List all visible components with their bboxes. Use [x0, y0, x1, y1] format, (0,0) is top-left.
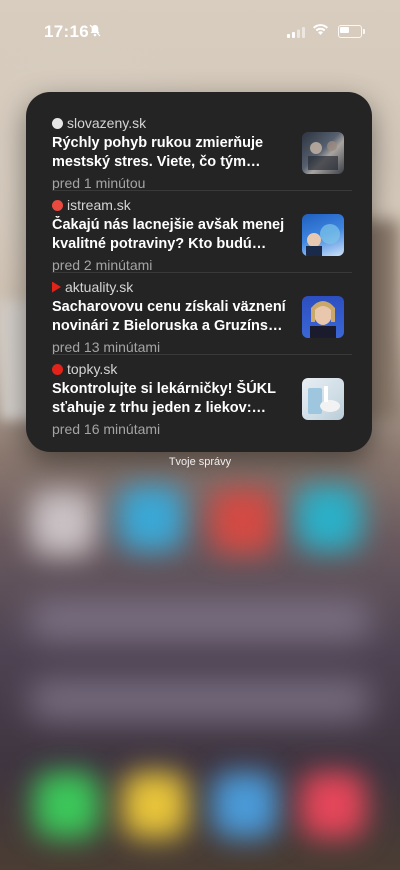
news-source-name: istream.sk — [67, 197, 131, 213]
news-item[interactable]: topky.sk Skontrolujte si lekárničky! ŠÚK… — [52, 360, 346, 442]
news-thumbnail — [302, 296, 344, 338]
news-headline: Skontrolujte si lekárničky! ŠÚKL sťahuje… — [52, 381, 276, 416]
status-bar: 17:16 — [0, 0, 400, 52]
news-headline: Rýchly pohyb rukou zmierňuje mestský str… — [52, 135, 264, 170]
source-logo-icon — [52, 199, 63, 211]
blurred-widget — [30, 600, 370, 640]
battery-icon — [338, 25, 365, 38]
source-logo-icon — [52, 363, 63, 375]
widget-label: Tvoje správy — [168, 456, 232, 468]
news-item[interactable]: istream.sk Čakajú nás lacnejšie avšak me… — [52, 196, 346, 278]
news-headline: Sacharovovu cenu získali väznení novinár… — [52, 299, 289, 334]
divider — [52, 190, 352, 191]
blurred-app-icon — [212, 772, 278, 838]
blurred-app-icon — [122, 772, 188, 838]
blurred-app-icon — [296, 485, 362, 551]
blurred-app-icon — [210, 488, 276, 554]
news-thumbnail — [302, 132, 344, 174]
blurred-app-icon — [118, 485, 184, 551]
blurred-app-icon — [300, 772, 366, 838]
news-widget[interactable]: slovazeny.sk Rýchly pohyb rukou zmierňuj… — [26, 92, 372, 452]
wifi-icon — [312, 22, 329, 41]
divider — [52, 354, 352, 355]
news-source-name: topky.sk — [67, 361, 118, 377]
news-source: topky.sk — [52, 360, 117, 378]
divider — [52, 272, 352, 273]
news-source: slovazeny.sk — [52, 114, 146, 132]
news-time: pred 16 minútami — [52, 421, 161, 437]
news-thumbnail — [302, 214, 344, 256]
news-source: istream.sk — [52, 196, 131, 214]
source-logo-icon — [52, 117, 63, 129]
blurred-widget — [30, 680, 370, 720]
news-headline: Čakajú nás lacnejšie avšak menej kvalitn… — [52, 217, 285, 252]
status-time: 17:16 — [44, 22, 89, 41]
news-item[interactable]: slovazeny.sk Rýchly pohyb rukou zmierňuj… — [52, 114, 346, 196]
source-logo-icon — [52, 281, 61, 293]
news-time: pred 1 minútou — [52, 175, 146, 191]
news-item[interactable]: aktuality.sk Sacharovovu cenu získali vä… — [52, 278, 346, 360]
news-time: pred 2 minútami — [52, 257, 153, 273]
blurred-app-icon — [30, 490, 96, 556]
cellular-signal-icon — [287, 25, 305, 43]
bell-slash-icon — [89, 24, 101, 40]
news-time: pred 13 minútami — [52, 339, 161, 355]
news-thumbnail — [302, 378, 344, 420]
blurred-app-icon — [34, 772, 100, 838]
news-source: aktuality.sk — [52, 278, 133, 296]
news-source-name: aktuality.sk — [65, 279, 134, 295]
news-source-name: slovazeny.sk — [67, 115, 147, 131]
